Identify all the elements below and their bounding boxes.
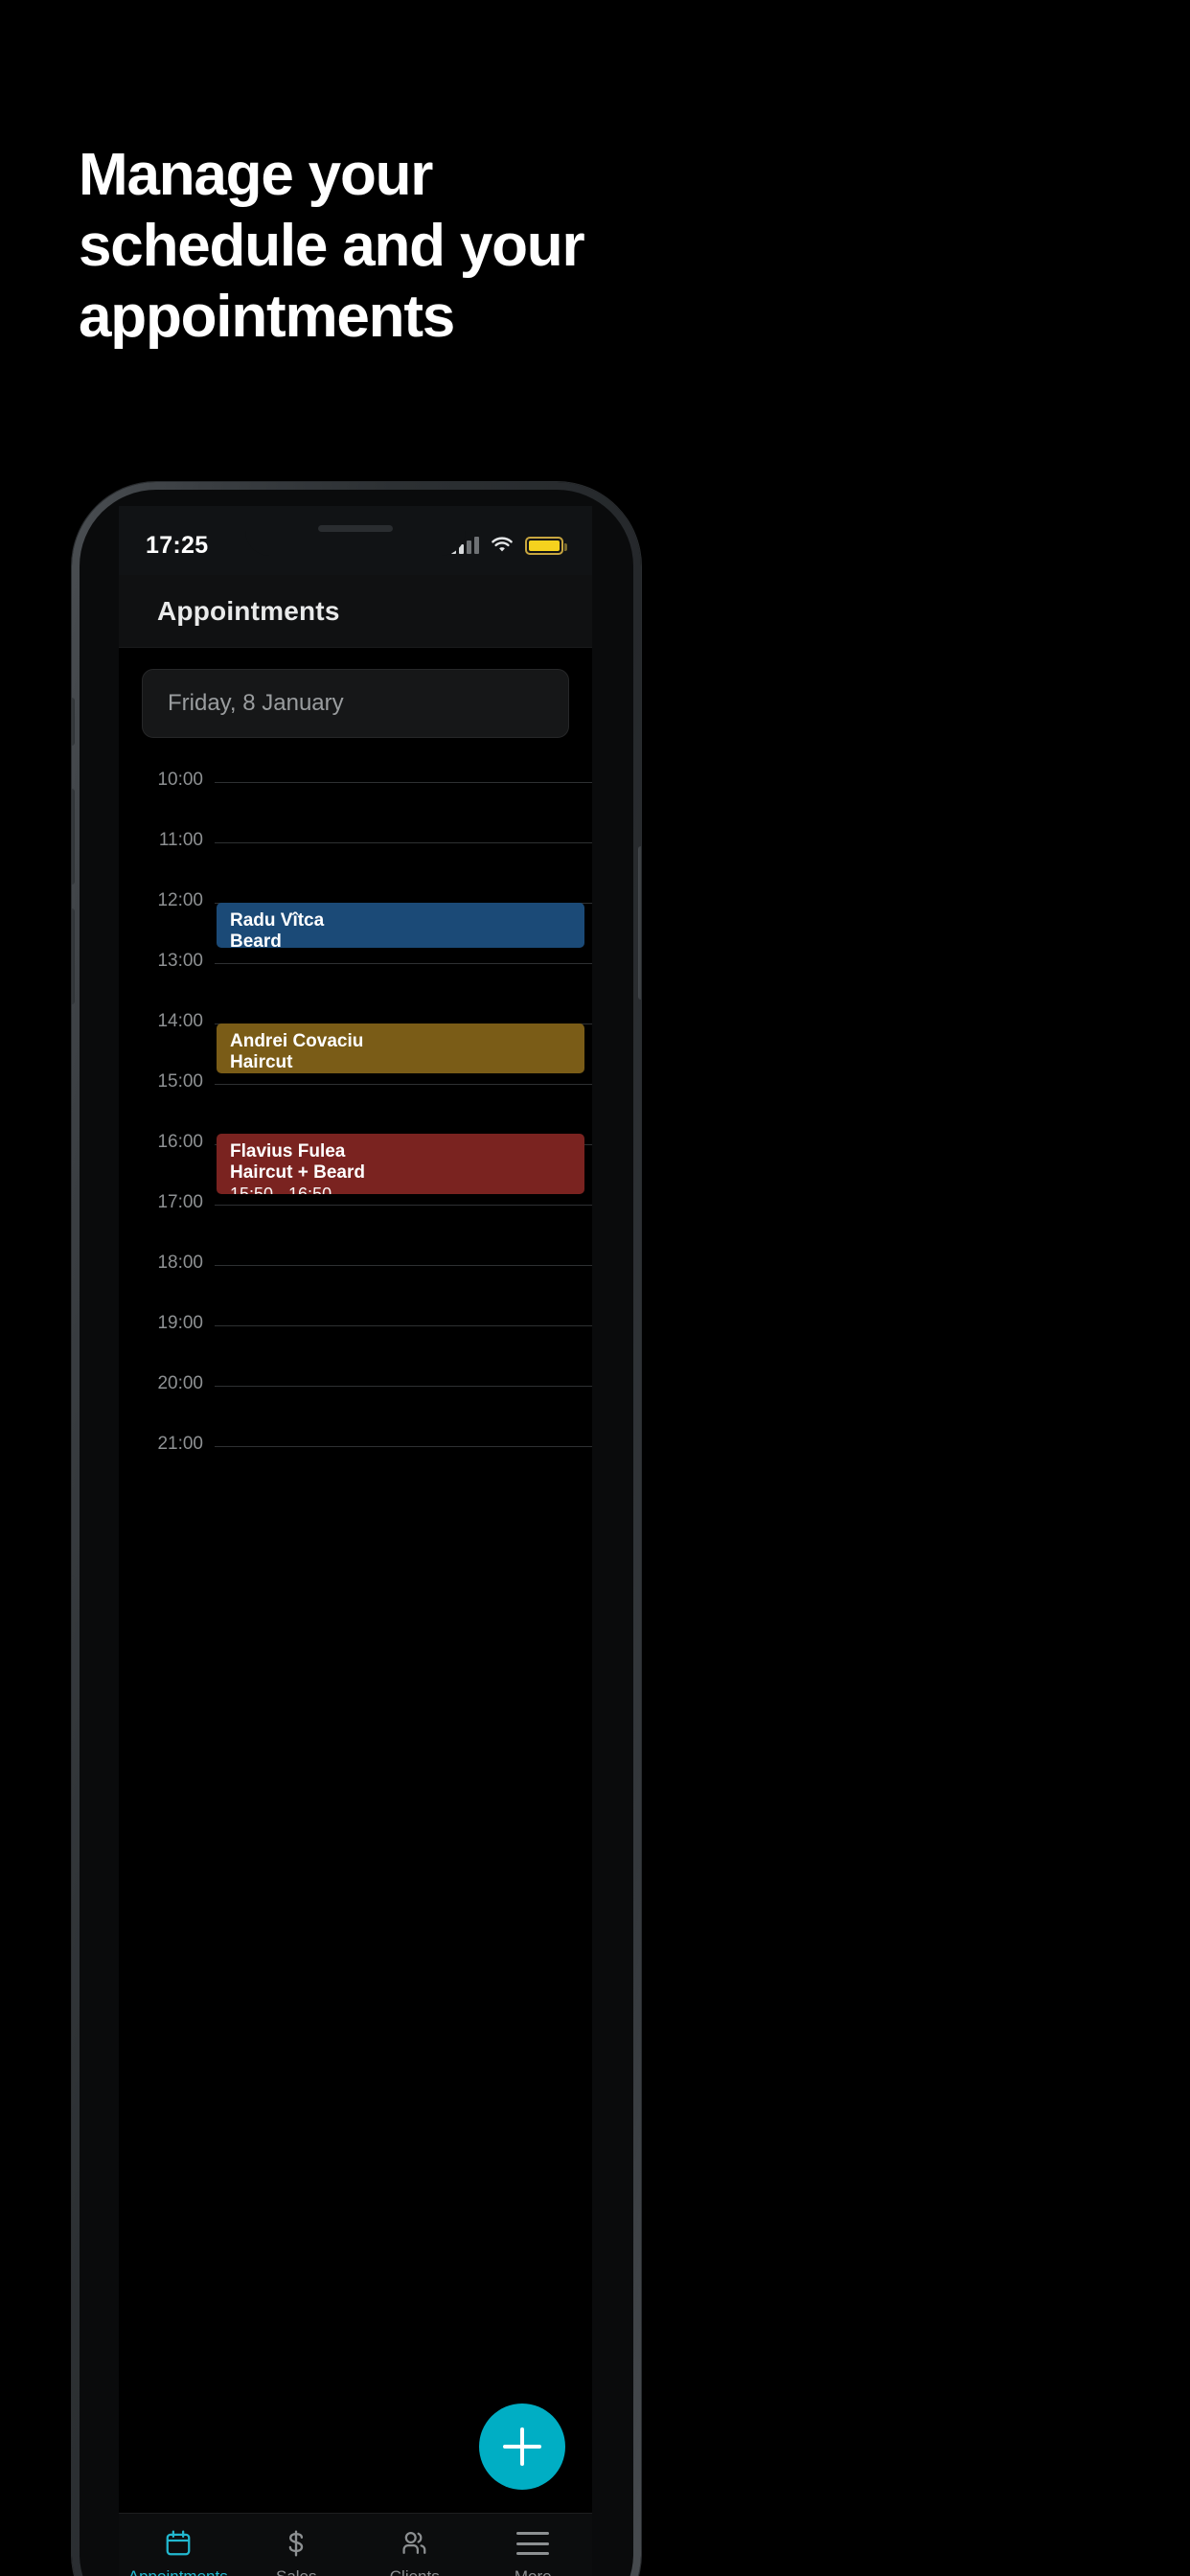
date-picker-container: Friday, 8 January <box>119 648 592 755</box>
timeline-hour-row: 20:00 <box>119 1373 592 1393</box>
timeline-hour-row: 10:00 <box>119 770 592 790</box>
agenda-scroll-area[interactable]: 10:00 11:00 12:00 13:00 14:00 15:00 16:00 17:00… <box>119 753 592 2513</box>
dollar-icon <box>282 2527 310 2560</box>
appointment-block[interactable]: Andrei CovaciuHaircut14:00 - 14:50 <box>217 1024 584 1074</box>
hour-gridline <box>215 782 592 783</box>
hour-label: 15:00 <box>157 1071 203 1092</box>
people-icon <box>400 2527 430 2560</box>
tab-label: Sales <box>276 2567 317 2576</box>
plus-icon <box>503 2427 541 2466</box>
appointment-block[interactable]: Radu VîtcaBeard12:00 - 12:45 <box>217 903 584 949</box>
mute-switch[interactable] <box>72 698 75 746</box>
bottom-tab-bar: Appointments Sales <box>119 2513 592 2576</box>
appointment-client-name: Flavius Fulea <box>230 1141 346 1162</box>
appointment-service: Beard <box>230 932 282 949</box>
hour-gridline <box>215 1205 592 1206</box>
volume-up-button[interactable] <box>72 789 75 885</box>
status-bar-clock: 17:25 <box>146 531 209 559</box>
status-bar-indicators <box>451 527 567 555</box>
calendar-icon <box>164 2527 193 2560</box>
tab-sales[interactable]: Sales <box>238 2527 356 2576</box>
hour-gridline <box>215 1265 592 1266</box>
appointment-client-name: Radu Vîtca <box>230 910 325 931</box>
hour-label: 13:00 <box>157 951 203 971</box>
appointment-block[interactable]: Flavius Fulea Haircut + Beard 15:50 - 16:5… <box>217 1134 584 1195</box>
appointment-service: Haircut + Beard <box>230 1162 365 1184</box>
tab-label: More <box>515 2567 552 2576</box>
hour-label: 11:00 <box>158 830 203 850</box>
promo-screenshot: Manage your schedule and your appointmen… <box>0 0 1190 2576</box>
timeline-hour-row: 18:00 <box>119 1253 592 1273</box>
hour-label: 20:00 <box>157 1373 203 1393</box>
hour-label: 21:00 <box>157 1434 203 1454</box>
hour-label: 10:00 <box>157 770 203 790</box>
page-title: Appointments <box>157 595 340 626</box>
headline-line-1: Manage your <box>79 142 433 208</box>
hour-label: 12:00 <box>157 890 203 910</box>
tab-more[interactable]: More <box>474 2527 593 2576</box>
hour-gridline <box>215 1446 592 1447</box>
appointment-service: Haircut <box>230 1052 293 1072</box>
timeline-hour-row: 19:00 <box>119 1313 592 1333</box>
hour-label: 18:00 <box>157 1253 203 1273</box>
battery-low-power-icon <box>525 536 567 555</box>
wifi-icon <box>491 537 514 554</box>
hour-label: 17:00 <box>157 1192 203 1212</box>
date-picker-value: Friday, 8 January <box>168 690 344 716</box>
hour-label: 19:00 <box>157 1313 203 1333</box>
device-notch <box>245 506 466 556</box>
app-bar: Appointments <box>119 575 592 648</box>
date-picker-input[interactable]: Friday, 8 January <box>142 669 569 738</box>
hour-gridline <box>215 842 592 843</box>
timeline-hour-row: 21:00 <box>119 1434 592 1454</box>
timeline-hour-row: 15:00 <box>119 1071 592 1092</box>
earpiece-speaker <box>318 525 393 532</box>
hour-gridline <box>215 1084 592 1085</box>
hour-label: 16:00 <box>157 1132 203 1152</box>
timeline-hour-row: 17:00 <box>119 1192 592 1212</box>
add-appointment-fab[interactable] <box>479 2404 565 2490</box>
tab-label: Appointments <box>128 2567 228 2576</box>
hour-gridline <box>215 963 592 964</box>
promo-headline: Manage your schedule and your appointmen… <box>79 140 673 353</box>
power-button[interactable] <box>638 846 641 1000</box>
hamburger-icon <box>516 2527 550 2560</box>
appointment-client-name: Andrei Covaciu <box>230 1031 364 1051</box>
phone-screen: 17:25 Appointments Friday, 8 January 10:… <box>119 506 592 2576</box>
volume-down-button[interactable] <box>72 908 75 1004</box>
timeline-hour-row: 11:00 <box>119 830 592 850</box>
hour-gridline <box>215 1325 592 1326</box>
tab-label: Clients <box>390 2567 440 2576</box>
tab-clients[interactable]: Clients <box>355 2527 474 2576</box>
headline-line-2: schedule and your <box>79 213 585 279</box>
timeline-grid: 10:00 11:00 12:00 13:00 14:00 15:00 16:00 17:00… <box>119 753 592 2513</box>
hour-gridline <box>215 1386 592 1387</box>
timeline-hour-row: 13:00 <box>119 951 592 971</box>
hour-label: 14:00 <box>157 1011 203 1031</box>
tab-appointments[interactable]: Appointments <box>119 2527 238 2576</box>
appointment-time-range: 15:50 - 16:50 <box>230 1184 332 1195</box>
headline-line-3: appointments <box>79 284 455 350</box>
